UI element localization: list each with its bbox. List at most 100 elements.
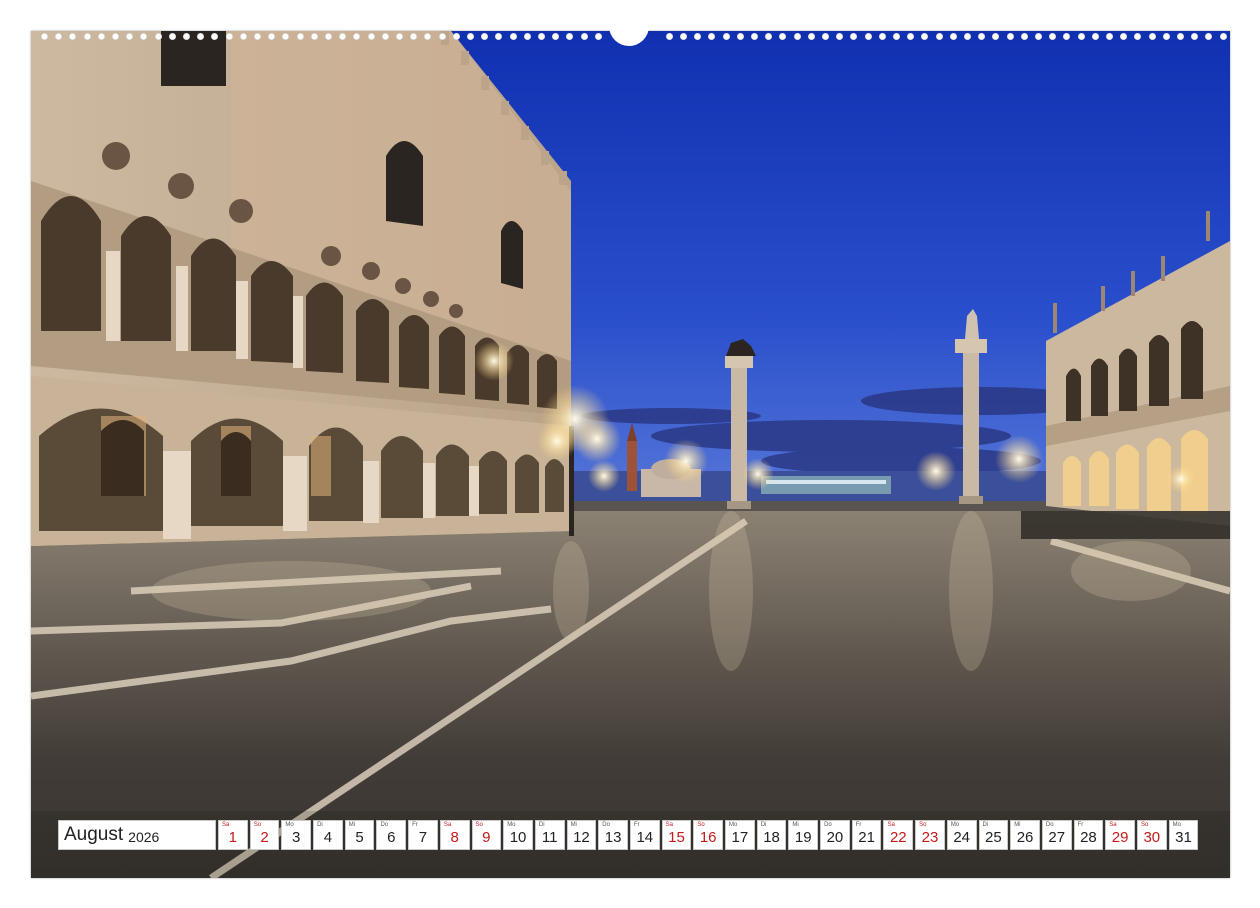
- binding-hole: [523, 33, 531, 40]
- binding-hole: [694, 33, 702, 40]
- binding-hole: [239, 33, 247, 40]
- day-cell: So 2: [249, 820, 280, 850]
- binding-hole: [438, 33, 446, 40]
- binding-hole: [183, 33, 190, 40]
- binding-hole: [1035, 33, 1042, 40]
- day-number: 11: [541, 829, 558, 846]
- day-cell: Mo 3: [281, 820, 312, 850]
- binding-hole: [921, 33, 929, 40]
- binding-hole: [1219, 33, 1227, 40]
- binding-hole: [836, 33, 844, 40]
- day-number: 21: [858, 829, 875, 846]
- binding-hole: [509, 33, 517, 40]
- day-cell: Di 25: [978, 820, 1009, 850]
- hanger-notch: [609, 22, 649, 46]
- day-number: 23: [921, 829, 939, 846]
- month-name: August: [64, 824, 124, 845]
- day-cell: Fr 21: [851, 820, 882, 850]
- binding-hole: [353, 33, 361, 40]
- binding-hole: [452, 33, 460, 40]
- binding-hole: [197, 33, 205, 40]
- day-cell: Do 6: [376, 820, 407, 850]
- day-abbr: Fr: [855, 822, 862, 828]
- day-abbr: Sa: [887, 822, 895, 828]
- binding-hole: [708, 33, 716, 40]
- day-number: 6: [387, 829, 396, 846]
- day-abbr: Mi: [570, 822, 577, 828]
- binding-hole: [1205, 33, 1213, 40]
- day-number: 16: [699, 829, 717, 846]
- day-cell: Fr 7: [408, 820, 438, 850]
- venice-photo: [31, 31, 1230, 878]
- binding-hole: [1049, 33, 1057, 40]
- binding-hole: [83, 33, 91, 40]
- binding-hole: [1134, 33, 1142, 40]
- binding-hole: [339, 33, 347, 40]
- day-number: 17: [731, 829, 749, 846]
- binding-hole: [467, 33, 474, 40]
- day-abbr: Sa: [665, 822, 673, 828]
- binding-hole: [594, 33, 602, 40]
- day-number: 7: [418, 829, 428, 846]
- day-number: 18: [763, 829, 780, 846]
- day-cell: Mi 19: [788, 820, 819, 850]
- binding-hole: [268, 33, 276, 40]
- binding-hole: [538, 33, 545, 40]
- day-cell: Mo 24: [946, 820, 977, 850]
- binding-hole: [126, 33, 134, 40]
- binding-hole: [168, 33, 176, 40]
- binding-hole: [481, 33, 489, 40]
- day-cell: Do 20: [820, 820, 850, 850]
- binding-hole: [225, 33, 233, 40]
- day-abbr: Di: [317, 822, 323, 828]
- binding-hole: [140, 33, 148, 40]
- binding-hole: [69, 33, 77, 40]
- day-cells: Sa 1 So 2 Mo 3 Di 4 Mi 5 Do 6 Fr 7 Sa 8 So 9 Mo 10 Di 11 Mi 12 D…: [218, 820, 1199, 850]
- binding-hole: [949, 33, 957, 40]
- day-abbr: Sa: [443, 822, 452, 828]
- cafe-tables: [1021, 511, 1230, 539]
- day-cell: Mo 17: [725, 820, 755, 850]
- binding-hole: [680, 33, 687, 40]
- binding-hole: [410, 33, 418, 40]
- piazzetta-night-scene: [31, 31, 1230, 878]
- binding-hole: [112, 33, 119, 40]
- day-abbr: Mi: [348, 822, 356, 828]
- binding-hole: [878, 33, 886, 40]
- binding-hole: [765, 33, 773, 40]
- binding-hole: [1106, 33, 1113, 40]
- binding-hole: [282, 33, 290, 40]
- day-number: 5: [355, 829, 364, 846]
- day-cell: So 23: [915, 820, 945, 850]
- day-number: 28: [1080, 829, 1097, 846]
- binding-hole: [978, 33, 986, 40]
- day-abbr: Di: [982, 822, 989, 828]
- day-cell: Fr 28: [1073, 820, 1104, 850]
- binding-hole: [822, 33, 829, 40]
- day-number: 31: [1175, 829, 1192, 846]
- month-year: 2026: [128, 828, 160, 845]
- binding-hole: [935, 33, 943, 40]
- binding-hole: [964, 33, 971, 40]
- day-number: 25: [985, 829, 1002, 846]
- binding-hole: [1148, 33, 1156, 40]
- day-number: 20: [826, 829, 844, 846]
- calendar-page: August 2026 Sa 1 So 2 Mo 3 Di 4 Mi 5 Do 6 Fr 7 Sa 8 So 9 M…: [0, 0, 1260, 908]
- binding-hole: [97, 33, 105, 40]
- day-number: 8: [450, 829, 459, 846]
- binding-hole: [566, 33, 574, 40]
- binding-hole: [992, 33, 1000, 40]
- day-abbr: Mi: [1014, 822, 1021, 828]
- day-cell: Mo 31: [1168, 820, 1199, 850]
- day-number: 26: [1016, 829, 1034, 846]
- binding-hole: [793, 33, 801, 40]
- day-abbr: So: [919, 822, 927, 828]
- day-number: 13: [604, 829, 622, 846]
- day-cell: Mi 26: [1010, 820, 1040, 850]
- binding-hole: [1191, 33, 1199, 40]
- binding-hole: [722, 33, 730, 40]
- day-number: 9: [482, 829, 491, 846]
- binding-hole: [424, 33, 432, 40]
- binding-hole: [41, 33, 48, 40]
- day-abbr: Mi: [792, 822, 799, 828]
